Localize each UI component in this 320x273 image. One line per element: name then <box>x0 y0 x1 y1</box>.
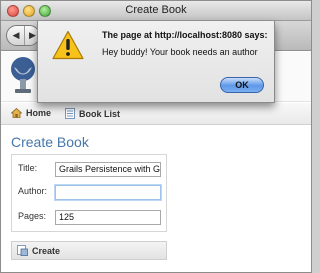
author-input[interactable] <box>55 185 161 200</box>
window-title: Create Book <box>125 4 187 16</box>
pages-field-label: Pages: <box>18 211 47 221</box>
form-buttons-bar: Create <box>11 241 167 260</box>
grails-logo-icon <box>11 57 35 93</box>
pages-input[interactable]: 125 <box>55 210 161 225</box>
title-input[interactable]: Grails Persistence with GC <box>55 162 161 177</box>
create-button[interactable]: Create <box>17 245 60 256</box>
home-link[interactable]: Home <box>11 108 51 118</box>
page-title: Create Book <box>11 134 89 150</box>
title-field-label: Title: <box>18 163 38 173</box>
browser-window: Create Book ◀ ▶ Home Book List Create Bo… <box>0 0 312 273</box>
author-field-label: Author: <box>18 186 48 196</box>
back-forward-group: ◀ ▶ <box>6 25 40 46</box>
alert-dialog: The page at http://localhost:8080 says: … <box>37 21 275 103</box>
warning-icon <box>52 30 84 60</box>
save-document-icon <box>17 245 28 256</box>
book-list-link[interactable]: Book List <box>65 108 120 119</box>
dialog-message: Hey buddy! Your book needs an author <box>102 47 258 57</box>
ok-button[interactable]: OK <box>220 77 264 93</box>
create-button-label: Create <box>32 246 61 256</box>
list-document-icon <box>65 108 75 119</box>
home-link-label: Home <box>26 108 52 118</box>
book-list-link-label: Book List <box>79 109 121 119</box>
create-book-form: Title: Grails Persistence with GC Author… <box>11 154 167 232</box>
home-icon <box>11 108 22 118</box>
title-bar: Create Book <box>1 1 311 21</box>
dialog-title: The page at http://localhost:8080 says: <box>102 30 268 40</box>
app-nav-bar: Home Book List <box>1 103 311 125</box>
back-arrow-icon[interactable]: ◀ <box>8 26 24 45</box>
